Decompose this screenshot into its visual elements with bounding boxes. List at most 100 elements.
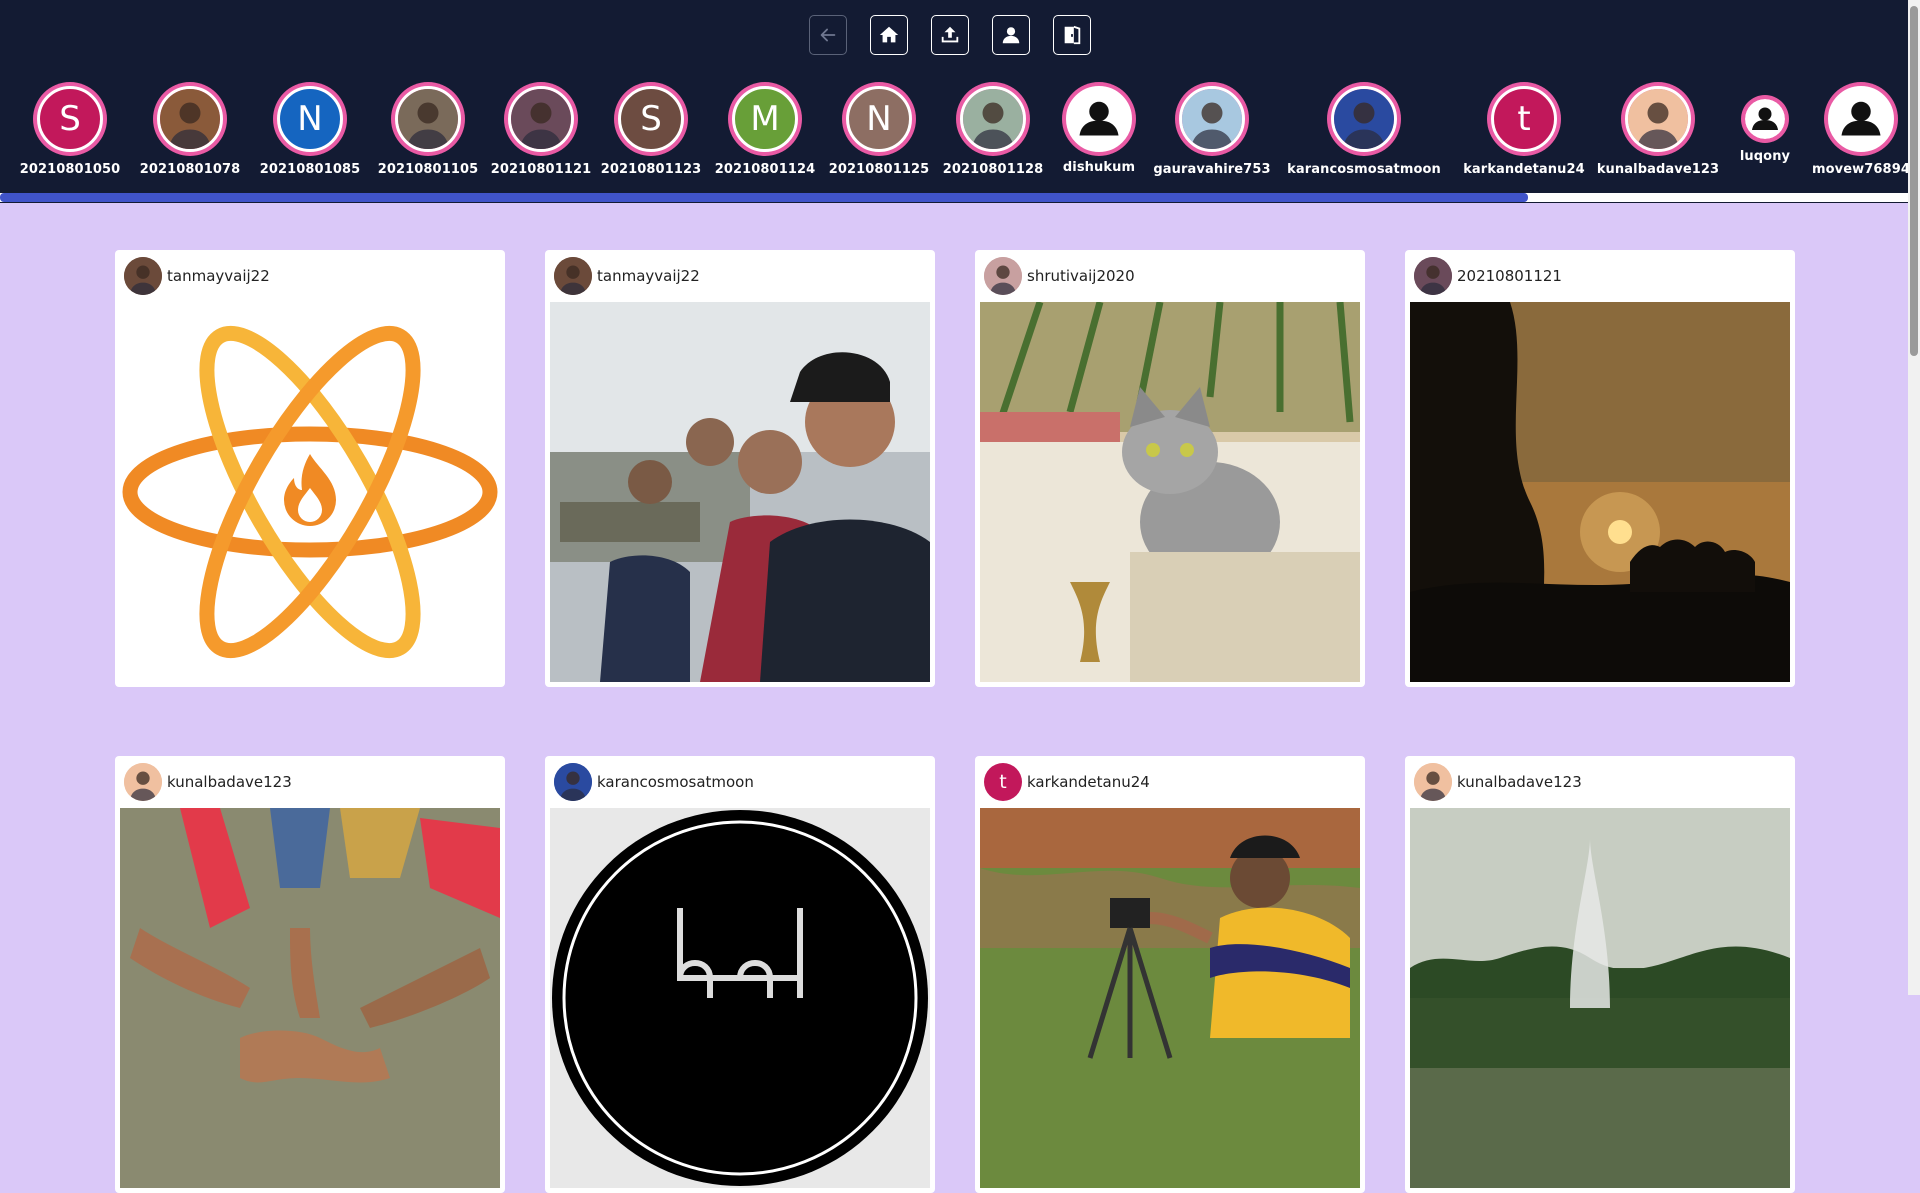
post-header: karancosmosatmoon bbox=[545, 756, 935, 808]
post-card[interactable]: t karkandetanu24 bbox=[975, 756, 1365, 1193]
story-avatar[interactable] bbox=[504, 82, 578, 156]
back-button[interactable] bbox=[809, 15, 847, 55]
post-image[interactable] bbox=[980, 302, 1360, 682]
story-avatar[interactable]: S bbox=[33, 82, 107, 156]
home-button[interactable] bbox=[870, 15, 908, 55]
story-username: 20210801123 bbox=[600, 162, 702, 177]
profile-button[interactable] bbox=[992, 15, 1030, 55]
post-image[interactable] bbox=[120, 302, 500, 682]
avatar-initial: t bbox=[999, 771, 1007, 793]
arrow-left-icon bbox=[820, 28, 836, 42]
post-header: 20210801121 bbox=[1405, 250, 1795, 302]
story-username: 20210801050 bbox=[19, 162, 121, 177]
post-avatar[interactable] bbox=[554, 763, 592, 801]
post-card[interactable]: 20210801121 bbox=[1405, 250, 1795, 687]
post-card[interactable]: karancosmosatmoon bbox=[545, 756, 935, 1193]
story-initial: t bbox=[1517, 99, 1531, 139]
post-image[interactable] bbox=[120, 808, 500, 1188]
post-username[interactable]: kunalbadave123 bbox=[167, 773, 292, 791]
story-username: movew76894 bbox=[1811, 162, 1910, 177]
story-item[interactable]: t karkandetanu24 bbox=[1454, 82, 1594, 177]
post-username[interactable]: karancosmosatmoon bbox=[597, 773, 754, 791]
logout-button[interactable] bbox=[1053, 15, 1091, 55]
story-initial: N bbox=[297, 99, 323, 139]
hands-circle-image bbox=[120, 808, 500, 1188]
story-item[interactable]: gauravahire753 bbox=[1142, 82, 1282, 177]
story-avatar[interactable]: M bbox=[728, 82, 802, 156]
toolbar bbox=[809, 15, 1091, 55]
post-image[interactable] bbox=[1410, 808, 1790, 1188]
story-avatar[interactable]: N bbox=[273, 82, 347, 156]
page-scrollbar[interactable] bbox=[1908, 0, 1920, 995]
story-username: 20210801085 bbox=[259, 162, 361, 177]
story-item[interactable]: 20210801078 bbox=[120, 82, 260, 177]
post-card[interactable]: tanmayvaij22 bbox=[115, 250, 505, 687]
stories-scrollbar-thumb[interactable] bbox=[0, 193, 1528, 202]
story-avatar[interactable]: t bbox=[1487, 82, 1561, 156]
post-card[interactable]: tanmayvaij22 bbox=[545, 250, 935, 687]
post-avatar[interactable] bbox=[554, 257, 592, 295]
story-item[interactable]: karancosmosatmoon bbox=[1287, 82, 1441, 177]
story-avatar[interactable] bbox=[1824, 82, 1898, 156]
story-avatar[interactable] bbox=[1062, 82, 1136, 156]
post-avatar[interactable]: t bbox=[984, 763, 1022, 801]
upload-icon bbox=[941, 26, 959, 43]
page-scrollbar-thumb[interactable] bbox=[1910, 6, 1918, 356]
story-photo bbox=[1179, 86, 1245, 152]
story-username: 20210801105 bbox=[377, 162, 479, 177]
story-photo bbox=[1625, 86, 1691, 152]
camera-boy-image bbox=[980, 808, 1360, 1188]
posts-feed: tanmayvaij22 tanmayvaij22 shrutivaij2020… bbox=[0, 203, 1908, 1193]
story-avatar[interactable] bbox=[1621, 82, 1695, 156]
atom-logo-image bbox=[120, 302, 500, 682]
story-avatar[interactable] bbox=[391, 82, 465, 156]
story-avatar[interactable]: N bbox=[842, 82, 916, 156]
post-header: kunalbadave123 bbox=[1405, 756, 1795, 808]
stories-scrollbar[interactable] bbox=[0, 193, 1908, 202]
post-header: kunalbadave123 bbox=[115, 756, 505, 808]
post-image[interactable] bbox=[1410, 302, 1790, 682]
post-avatar[interactable] bbox=[1414, 763, 1452, 801]
post-avatar[interactable] bbox=[1414, 257, 1452, 295]
story-initial: S bbox=[59, 99, 81, 139]
story-avatar[interactable] bbox=[956, 82, 1030, 156]
story-avatar[interactable] bbox=[1741, 95, 1789, 143]
story-photo bbox=[960, 86, 1026, 152]
post-image[interactable] bbox=[980, 808, 1360, 1188]
post-avatar[interactable] bbox=[124, 763, 162, 801]
story-avatar[interactable] bbox=[1327, 82, 1401, 156]
story-username: dishukum bbox=[1062, 160, 1136, 175]
post-card[interactable]: kunalbadave123 bbox=[115, 756, 505, 1193]
post-header: tanmayvaij22 bbox=[115, 250, 505, 302]
stories-bar: S 20210801050 20210801078 N 20210801085 202… bbox=[0, 82, 1910, 182]
story-avatar[interactable]: S bbox=[614, 82, 688, 156]
post-username[interactable]: shrutivaij2020 bbox=[1027, 267, 1135, 285]
post-avatar[interactable] bbox=[124, 257, 162, 295]
post-username[interactable]: 20210801121 bbox=[1457, 267, 1562, 285]
story-initial: M bbox=[750, 99, 780, 139]
story-photo bbox=[395, 86, 461, 152]
story-initial: S bbox=[640, 99, 662, 139]
story-username: gauravahire753 bbox=[1153, 162, 1271, 177]
post-username[interactable]: karkandetanu24 bbox=[1027, 773, 1150, 791]
top-header: S 20210801050 20210801078 N 20210801085 202… bbox=[0, 0, 1910, 203]
story-username: 20210801078 bbox=[139, 162, 241, 177]
post-image[interactable] bbox=[550, 302, 930, 682]
post-avatar[interactable] bbox=[984, 257, 1022, 295]
post-username[interactable]: tanmayvaij22 bbox=[167, 267, 270, 285]
post-card[interactable]: shrutivaij2020 bbox=[975, 250, 1365, 687]
story-item[interactable]: movew76894 bbox=[1791, 82, 1920, 177]
cat-image bbox=[980, 302, 1360, 682]
default-user-icon bbox=[1831, 89, 1891, 149]
story-avatar[interactable] bbox=[153, 82, 227, 156]
upload-button[interactable] bbox=[931, 15, 969, 55]
story-username: 20210801125 bbox=[828, 162, 930, 177]
story-photo bbox=[508, 86, 574, 152]
post-card[interactable]: kunalbadave123 bbox=[1405, 756, 1795, 1193]
post-username[interactable]: kunalbadave123 bbox=[1457, 773, 1582, 791]
fountain-image bbox=[1410, 808, 1790, 1188]
post-username[interactable]: tanmayvaij22 bbox=[597, 267, 700, 285]
story-item[interactable]: S 20210801050 bbox=[0, 82, 140, 177]
post-image[interactable] bbox=[550, 808, 930, 1188]
story-avatar[interactable] bbox=[1175, 82, 1249, 156]
